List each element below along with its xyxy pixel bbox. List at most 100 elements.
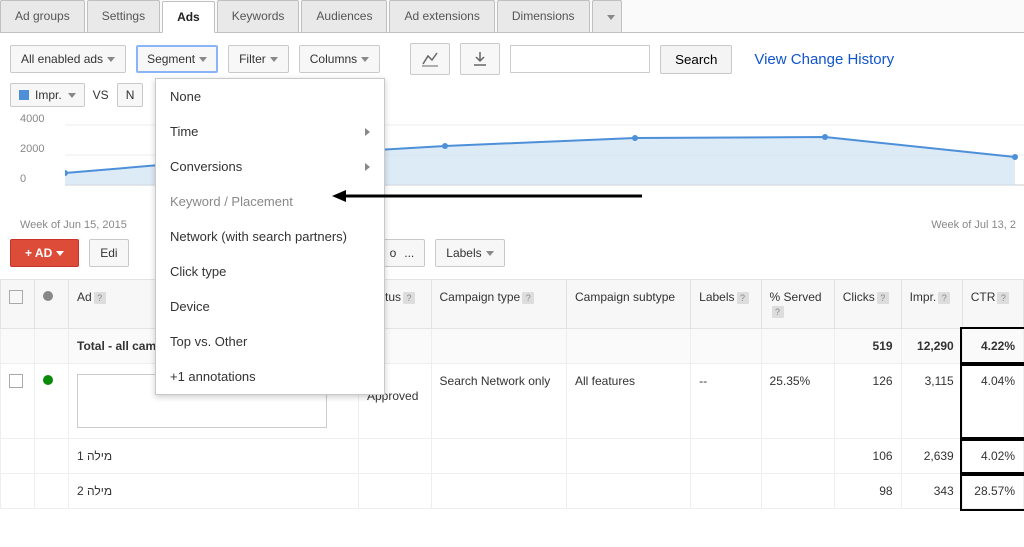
primary-metric-dropdown[interactable]: Impr. (10, 83, 85, 107)
row-ctr: 28.57% (962, 474, 1023, 509)
y-tick: 4000 (20, 113, 44, 143)
segment-item-none[interactable]: None (156, 79, 384, 114)
tab-settings[interactable]: Settings (87, 0, 160, 32)
main-tabs: Ad groups Settings Ads Keywords Audience… (0, 0, 1024, 33)
toolbar: All enabled ads Segment Filter Columns S… (0, 33, 1024, 81)
chevron-right-icon (365, 128, 370, 136)
add-ad-button[interactable]: + AD (10, 239, 79, 267)
row-served: 25.35% (761, 364, 834, 439)
table-header-row: Ad? Status? Campaign type? Campaign subt… (1, 280, 1024, 329)
segment-item-time[interactable]: Time (156, 114, 384, 149)
col-impr: Impr. (910, 290, 937, 304)
row-keyword: מילה 2 (69, 474, 359, 509)
col-served: % Served (770, 290, 822, 304)
chart-icon (421, 50, 439, 68)
tab-dimensions[interactable]: Dimensions (497, 0, 590, 32)
segment-item-network[interactable]: Network (with search partners) (156, 219, 384, 254)
tab-ad-groups[interactable]: Ad groups (0, 0, 85, 32)
download-icon (471, 50, 489, 68)
col-ctr: CTR (971, 290, 996, 304)
row-clicks: 98 (834, 474, 901, 509)
chevron-right-icon (365, 163, 370, 171)
segment-item-device[interactable]: Device (156, 289, 384, 324)
col-campaign-type: Campaign type (440, 290, 521, 304)
segment-label: Segment (147, 52, 195, 66)
secondary-metric-label: N (126, 88, 135, 102)
total-clicks: 519 (834, 329, 901, 364)
search-input[interactable] (510, 45, 650, 73)
row-keyword: מילה 1 (69, 439, 359, 474)
view-change-history-link[interactable]: View Change History (754, 51, 894, 68)
automate-label-fragment: o (390, 246, 397, 260)
labels-dropdown[interactable]: Labels (435, 239, 504, 267)
chevron-down-icon (199, 57, 207, 62)
segment-dropdown-button[interactable]: Segment (136, 45, 218, 73)
chevron-down-icon (486, 251, 494, 256)
metric-color-swatch (19, 90, 29, 100)
row-impr: 3,115 (901, 364, 962, 439)
segment-item-label: Conversions (170, 159, 242, 174)
edit-dropdown[interactable]: Edi (89, 239, 128, 267)
vs-label: VS (93, 88, 109, 102)
columns-dropdown-button[interactable]: Columns (299, 45, 380, 73)
download-button[interactable] (460, 43, 500, 75)
table-row: מילה 2 98 343 28.57% (1, 474, 1024, 509)
help-icon[interactable]: ? (522, 292, 534, 304)
labels-label: Labels (446, 246, 481, 260)
tab-audiences[interactable]: Audiences (301, 0, 387, 32)
help-icon[interactable]: ? (877, 292, 889, 304)
ellipsis: ... (404, 246, 414, 260)
row-checkbox[interactable] (9, 374, 23, 388)
segment-item-annotations[interactable]: +1 annotations (156, 359, 384, 394)
metric-row: Impr. VS N (0, 81, 1024, 107)
row-campaign-subtype: All features (566, 364, 690, 439)
tab-ads[interactable]: Ads (162, 1, 215, 33)
segment-item-top-vs-other[interactable]: Top vs. Other (156, 324, 384, 359)
table-row: Approved Search Network only All feature… (1, 364, 1024, 439)
primary-metric-label: Impr. (35, 88, 62, 102)
table-row: מילה 1 106 2,639 4.02% (1, 439, 1024, 474)
tab-more[interactable] (592, 0, 622, 32)
ads-table: Ad? Status? Campaign type? Campaign subt… (0, 279, 1024, 509)
help-icon[interactable]: ? (772, 306, 784, 318)
chevron-down-icon (607, 15, 615, 20)
col-labels: Labels (699, 290, 734, 304)
filter-enabled-ads-dropdown[interactable]: All enabled ads (10, 45, 126, 73)
row-impr: 2,639 (901, 439, 962, 474)
col-campaign-subtype: Campaign subtype (575, 290, 675, 304)
segment-item-click-type[interactable]: Click type (156, 254, 384, 289)
y-tick: 2000 (20, 143, 44, 173)
segment-item-conversions[interactable]: Conversions (156, 149, 384, 184)
secondary-metric-dropdown[interactable]: N (117, 83, 144, 107)
action-row: + AD Edi o... Labels (0, 231, 1024, 275)
total-impr: 12,290 (901, 329, 962, 364)
row-ctr: 4.04% (962, 364, 1023, 439)
chart-toggle-button[interactable] (410, 43, 450, 75)
help-icon[interactable]: ? (938, 292, 950, 304)
segment-item-label: Time (170, 124, 198, 139)
filter-label: Filter (239, 52, 266, 66)
segment-dropdown-menu: None Time Conversions Keyword / Placemen… (155, 78, 385, 395)
chart-y-axis: 4000 2000 0 (20, 113, 44, 203)
chevron-down-icon (56, 251, 64, 256)
help-icon[interactable]: ? (403, 292, 415, 304)
col-clicks: Clicks (843, 290, 875, 304)
chevron-down-icon (270, 57, 278, 62)
row-clicks: 126 (834, 364, 901, 439)
help-icon[interactable]: ? (997, 292, 1009, 304)
col-ad: Ad (77, 290, 92, 304)
chevron-down-icon (107, 57, 115, 62)
row-clicks: 106 (834, 439, 901, 474)
tab-keywords[interactable]: Keywords (217, 0, 300, 32)
add-ad-label: + AD (25, 246, 52, 260)
filter-enabled-ads-label: All enabled ads (21, 52, 103, 66)
help-icon[interactable]: ? (94, 292, 106, 304)
status-dot-icon (43, 291, 53, 301)
automate-dropdown[interactable]: o... (379, 239, 426, 267)
filter-dropdown-button[interactable]: Filter (228, 45, 289, 73)
search-button[interactable]: Search (660, 45, 732, 74)
segment-item-keyword-placement[interactable]: Keyword / Placement (156, 184, 384, 219)
select-all-checkbox[interactable] (9, 290, 23, 304)
help-icon[interactable]: ? (737, 292, 749, 304)
tab-ad-extensions[interactable]: Ad extensions (389, 0, 494, 32)
